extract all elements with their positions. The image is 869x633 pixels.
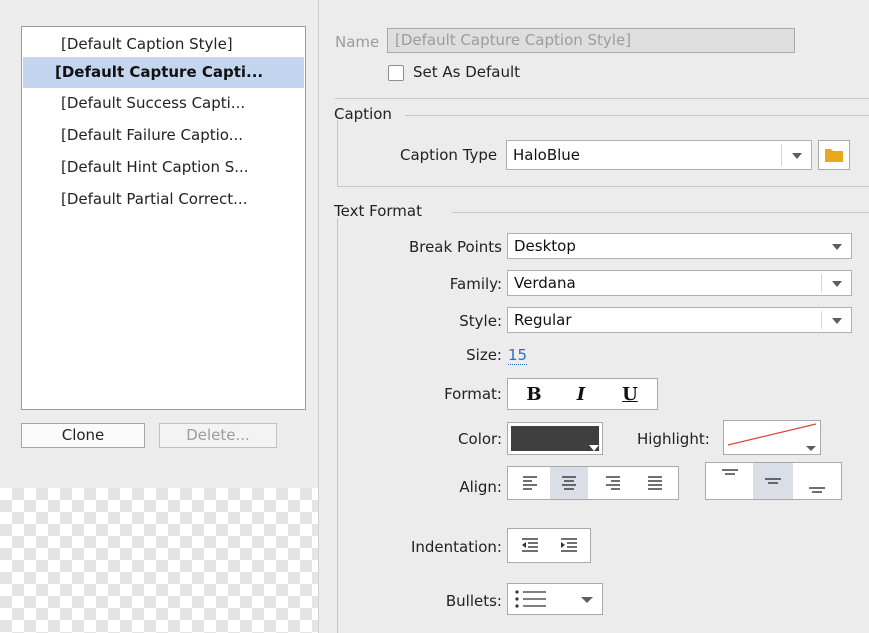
font-size-value[interactable]: 15	[508, 346, 528, 365]
name-label: Name	[335, 33, 380, 51]
horizontal-align-group	[507, 466, 679, 500]
folder-icon	[825, 149, 843, 162]
break-points-label: Break Points	[408, 238, 502, 256]
align-justify-button[interactable]	[636, 467, 674, 499]
bold-button[interactable]: B	[513, 379, 555, 409]
indentation-label: Indentation:	[410, 538, 502, 556]
align-bottom-button[interactable]	[797, 463, 837, 499]
caption-type-value: HaloBlue	[513, 146, 581, 164]
group-border-left	[337, 120, 338, 186]
color-label: Color:	[458, 430, 502, 448]
panel-divider	[318, 0, 319, 633]
align-top-button[interactable]	[710, 463, 750, 499]
list-item-selected[interactable]: [Default Capture Capti...	[23, 57, 304, 88]
align-middle-button[interactable]	[753, 463, 793, 499]
family-label: Family:	[449, 275, 502, 293]
font-style-value: Regular	[514, 311, 572, 329]
caption-preview	[0, 488, 318, 633]
font-style-select[interactable]: Regular	[507, 307, 852, 333]
decrease-indent-button[interactable]	[511, 529, 549, 562]
text-format-group-label: Text Format	[334, 202, 422, 220]
underline-button[interactable]: U	[609, 379, 651, 409]
set-default-label: Set As Default	[413, 63, 521, 81]
caption-type-select[interactable]: HaloBlue	[506, 140, 812, 170]
group-border-bottom	[337, 186, 869, 187]
set-default-checkbox[interactable]	[388, 65, 404, 81]
align-label: Align:	[459, 478, 502, 496]
align-center-button[interactable]	[550, 467, 588, 499]
valign-middle-icon	[765, 478, 781, 484]
group-border-top	[405, 115, 869, 116]
font-color-swatch[interactable]	[507, 422, 603, 455]
caption-type-label: Caption Type	[400, 146, 498, 164]
name-field[interactable]: [Default Capture Caption Style]	[387, 28, 795, 53]
format-label: Format:	[444, 385, 502, 403]
clone-button[interactable]: Clone	[21, 423, 145, 448]
list-item[interactable]: [Default Hint Caption S...	[23, 152, 304, 183]
outdent-icon	[522, 537, 538, 552]
delete-button[interactable]: Delete...	[159, 423, 277, 448]
align-left-button[interactable]	[511, 467, 549, 499]
indent-icon	[561, 537, 577, 552]
bullets-label: Bullets:	[445, 592, 502, 610]
style-label: Style:	[459, 312, 502, 330]
align-right-icon	[606, 476, 620, 490]
break-points-value: Desktop	[514, 237, 576, 255]
size-label: Size:	[466, 346, 502, 364]
highlight-color-swatch[interactable]	[723, 420, 821, 455]
bullet-list-icon	[515, 590, 546, 608]
format-button-group: B I U	[507, 378, 658, 410]
highlight-label: Highlight:	[637, 430, 710, 448]
align-center-icon	[562, 476, 576, 490]
align-right-button[interactable]	[594, 467, 632, 499]
group-border-top	[452, 212, 869, 213]
chevron-down-icon	[589, 445, 599, 451]
valign-bottom-icon	[809, 487, 825, 493]
list-item[interactable]: [Default Partial Correct...	[23, 184, 304, 215]
list-item[interactable]: [Default Failure Captio...	[23, 120, 304, 151]
group-border-left	[337, 218, 338, 633]
break-points-select[interactable]: Desktop	[507, 233, 852, 259]
font-color-fill	[511, 426, 599, 451]
list-item[interactable]: [Default Success Capti...	[23, 88, 304, 119]
align-justify-icon	[648, 476, 662, 490]
indentation-group	[507, 528, 591, 563]
caption-group-label: Caption	[334, 105, 392, 123]
vertical-align-group	[705, 462, 842, 500]
font-family-value: Verdana	[514, 274, 576, 292]
valign-top-icon	[722, 469, 738, 475]
align-left-icon	[523, 476, 537, 490]
bullets-dropdown[interactable]	[507, 583, 603, 615]
chevron-down-icon	[581, 597, 593, 603]
list-item[interactable]: [Default Caption Style]	[23, 29, 304, 60]
browse-folder-button[interactable]	[818, 140, 850, 170]
font-family-select[interactable]: Verdana	[507, 270, 852, 296]
increase-indent-button[interactable]	[550, 529, 588, 562]
italic-button[interactable]: I	[560, 379, 602, 409]
caption-style-list[interactable]: [Default Caption Style] [Default Capture…	[21, 26, 306, 410]
separator	[335, 98, 869, 99]
no-color-icon	[727, 423, 817, 451]
